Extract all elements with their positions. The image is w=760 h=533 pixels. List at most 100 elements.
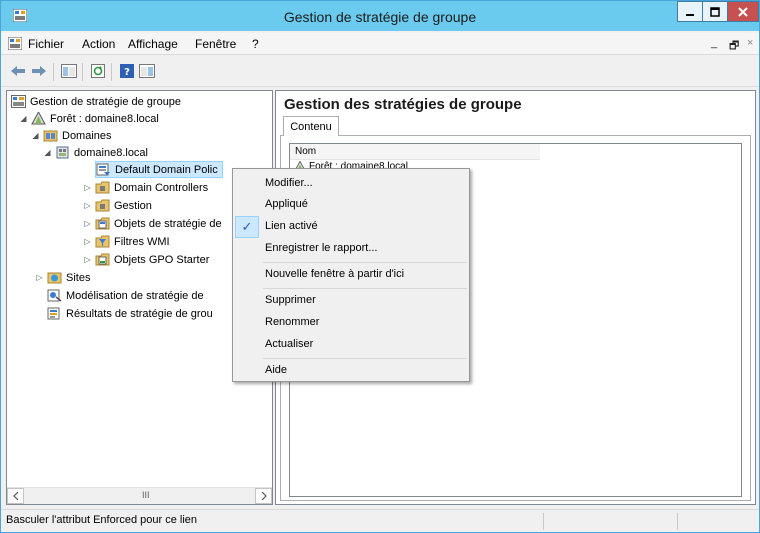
toolbar: ? xyxy=(1,57,759,87)
menu-item-supprimer[interactable]: Supprimer xyxy=(265,294,316,306)
tree-item-gpmc-root[interactable]: Gestion de stratégie de groupe xyxy=(11,93,181,110)
tree-item-label: Default Domain Polic xyxy=(115,163,218,176)
expand-arrow-icon[interactable]: ▷ xyxy=(83,255,92,264)
results-icon xyxy=(47,307,60,320)
show-hide-tree-button[interactable] xyxy=(60,63,78,79)
back-button[interactable] xyxy=(9,63,27,79)
menu-item-renommer[interactable]: Renommer xyxy=(265,316,319,328)
maximize-button[interactable] xyxy=(702,1,728,22)
gpo-container-icon xyxy=(95,217,110,230)
chevron-right-icon xyxy=(261,492,267,500)
menu-bar: Fichier Action Affichage Fenêtre ? _ 🗗 × xyxy=(1,33,759,55)
sites-icon xyxy=(47,272,62,284)
menu-separator xyxy=(263,262,467,263)
toolbar-separator xyxy=(53,63,54,81)
scroll-thumb-grip[interactable]: III xyxy=(142,490,150,500)
domains-icon xyxy=(43,130,58,142)
menu-item-applique[interactable]: Appliqué xyxy=(265,198,308,210)
tree-item-starter-gpo[interactable]: ▷ Objets GPO Starter xyxy=(83,251,209,268)
collapse-arrow-icon[interactable]: ◢ xyxy=(19,114,28,123)
tree-item-label: domaine8.local xyxy=(74,146,148,159)
menu-separator xyxy=(263,358,467,359)
mdi-minimize-button[interactable]: _ xyxy=(711,37,717,49)
menu-item-actualiser[interactable]: Actualiser xyxy=(265,338,313,350)
scroll-left-button[interactable] xyxy=(7,488,24,504)
title-bar: Gestion de stratégie de groupe xyxy=(1,1,759,31)
collapse-arrow-icon[interactable]: ◢ xyxy=(43,148,52,157)
tree-item-wmi-filters[interactable]: ▷ Filtres WMI xyxy=(83,233,170,250)
horizontal-scrollbar[interactable]: III xyxy=(7,487,272,504)
menu-item-aide[interactable]: Aide xyxy=(265,364,287,376)
wmi-filter-icon xyxy=(95,235,110,248)
status-separator xyxy=(677,513,678,530)
starter-gpo-icon xyxy=(95,253,110,266)
chevron-left-icon xyxy=(12,492,18,500)
tree-item-gestion[interactable]: ▷ Gestion xyxy=(83,197,152,214)
minimize-button[interactable] xyxy=(677,1,703,22)
domain-icon xyxy=(56,146,69,159)
menu-affichage[interactable]: Affichage xyxy=(128,37,178,51)
tree-item-label: Sites xyxy=(66,271,91,284)
show-action-pane-button[interactable] xyxy=(138,63,156,79)
menu-item-enregistrer-rapport[interactable]: Enregistrer le rapport... xyxy=(265,242,378,254)
menu-item-modifier[interactable]: Modifier... xyxy=(265,177,313,189)
tree-item-sites[interactable]: ▷ Sites xyxy=(35,269,90,286)
help-button[interactable]: ? xyxy=(118,63,136,79)
tree-item-gp-results[interactable]: Résultats de stratégie de grou xyxy=(47,305,213,322)
modeling-icon xyxy=(47,289,62,302)
gpmc-root-icon xyxy=(11,95,26,108)
tree-item-default-domain-policy[interactable]: Default Domain Polic xyxy=(95,161,223,178)
tree-item-label: Objets de stratégie de xyxy=(114,217,222,230)
refresh-button[interactable] xyxy=(89,63,107,79)
status-text: Basculer l'attribut Enforced pour ce lie… xyxy=(6,514,198,526)
tree-item-gpo-container[interactable]: ▷ Objets de stratégie de xyxy=(83,215,222,232)
refresh-icon xyxy=(91,64,105,78)
checkmark-icon: ✓ xyxy=(235,216,259,238)
menu-aide[interactable]: ? xyxy=(252,37,259,51)
maximize-icon xyxy=(710,6,720,17)
mdi-close-button[interactable]: × xyxy=(747,37,753,49)
column-header-nom[interactable]: Nom xyxy=(290,144,540,160)
menu-item-nouvelle-fenetre[interactable]: Nouvelle fenêtre à partir d'ici xyxy=(265,268,404,280)
tree-item-forest[interactable]: ◢ Forêt : domaine8.local xyxy=(19,110,159,127)
menu-fenetre[interactable]: Fenêtre xyxy=(195,37,236,51)
toolbar-separator xyxy=(111,63,112,81)
toolbar-separator xyxy=(82,63,83,81)
window-title: Gestion de stratégie de groupe xyxy=(283,9,477,25)
tree-item-domain[interactable]: ◢ domaine8.local xyxy=(43,144,148,161)
tree-item-gp-modeling[interactable]: Modélisation de stratégie de xyxy=(47,287,204,304)
menu-fichier[interactable]: Fichier xyxy=(28,37,64,51)
context-menu: Modifier... Appliqué ✓ Lien activé Enreg… xyxy=(232,168,470,382)
mdi-restore-button[interactable]: 🗗 xyxy=(729,37,739,56)
tree-item-domain-controllers[interactable]: ▷ Domain Controllers xyxy=(83,179,208,196)
tree-item-domains[interactable]: ◢ Domaines xyxy=(31,127,112,144)
tree-item-label: Domaines xyxy=(62,129,112,142)
show-hide-tree-icon xyxy=(61,64,77,78)
menu-separator xyxy=(263,288,467,289)
gpo-link-icon xyxy=(96,163,110,176)
forward-button[interactable] xyxy=(30,63,48,79)
tree-item-label: Gestion xyxy=(114,199,152,212)
show-action-pane-icon xyxy=(139,64,155,78)
forward-icon xyxy=(32,66,46,76)
expand-arrow-icon[interactable]: ▷ xyxy=(83,201,92,210)
collapse-arrow-icon[interactable]: ◢ xyxy=(31,131,40,140)
status-separator xyxy=(543,513,544,530)
expand-arrow-icon[interactable]: ▷ xyxy=(83,183,92,192)
ou-icon xyxy=(95,199,110,212)
close-icon xyxy=(738,6,748,17)
expand-arrow-icon[interactable]: ▷ xyxy=(83,237,92,246)
ou-icon xyxy=(95,181,110,194)
mmc-system-menu-icon[interactable] xyxy=(8,37,22,50)
close-button[interactable] xyxy=(727,1,759,22)
scroll-right-button[interactable] xyxy=(255,488,272,504)
tree-item-label: Filtres WMI xyxy=(114,235,170,248)
tab-contenu[interactable]: Contenu xyxy=(283,116,339,136)
minimize-icon xyxy=(686,13,694,16)
status-bar: Basculer l'attribut Enforced pour ce lie… xyxy=(1,509,759,532)
menu-item-lien-active[interactable]: Lien activé xyxy=(265,220,318,232)
expand-arrow-icon[interactable]: ▷ xyxy=(35,273,44,282)
tree-item-label: Modélisation de stratégie de xyxy=(66,289,204,302)
expand-arrow-icon[interactable]: ▷ xyxy=(83,219,92,228)
menu-action[interactable]: Action xyxy=(82,37,115,51)
